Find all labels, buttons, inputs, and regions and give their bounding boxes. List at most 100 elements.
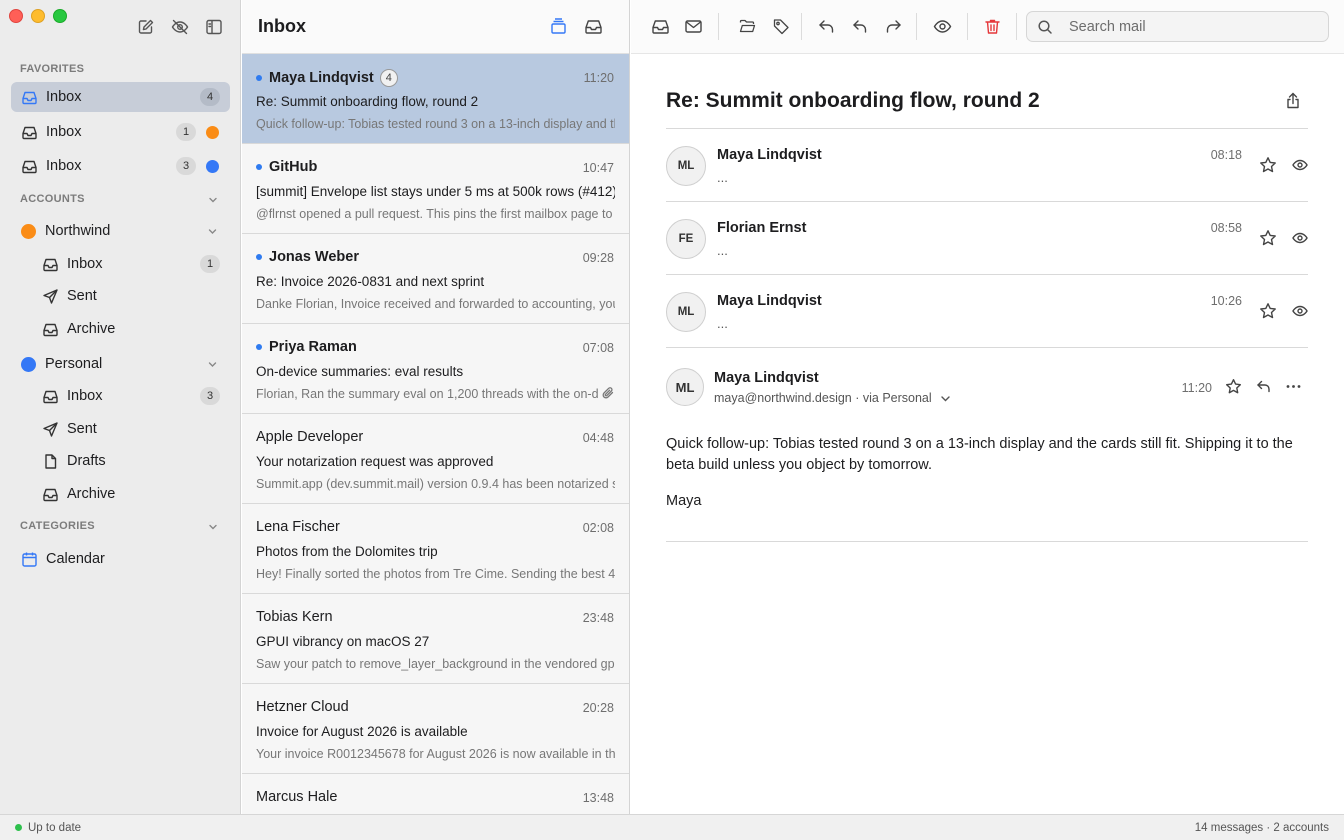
zoom-window-button[interactable] <box>53 9 67 23</box>
sidebar-item-personal-sent[interactable]: Sent <box>32 414 230 444</box>
message-subject: GPUI vibrancy on macOS 27 <box>256 634 430 649</box>
sidebar-item-northwind-inbox[interactable]: Inbox 1 <box>32 249 230 279</box>
account-color-dot <box>21 356 36 372</box>
message-row[interactable]: Apple Developer 04:48 Your notarization … <box>242 414 629 504</box>
sidebar-item-personal-drafts[interactable]: Drafts <box>32 446 230 476</box>
minimize-window-button[interactable] <box>31 9 45 23</box>
message-row[interactable]: Priya Raman 07:08 On-device summaries: e… <box>242 324 629 414</box>
toolbar-divider <box>801 13 802 40</box>
message-preview: @flrnst opened a pull request. This pins… <box>256 207 615 221</box>
eye-icon[interactable] <box>1292 230 1308 246</box>
collapsed-message[interactable]: ML Maya Lindqvist ... 10:26 <box>666 275 1308 348</box>
search-input[interactable] <box>1069 18 1309 35</box>
reply-icon[interactable] <box>1255 378 1272 395</box>
sidebar-item-favorite-inbox-personal[interactable]: Inbox 3 <box>11 151 230 181</box>
message-row[interactable]: Marcus Hale 13:48 <box>242 774 629 814</box>
sidebar-item-label: Sent <box>67 421 97 437</box>
account-color-dot <box>206 125 219 139</box>
sender-address[interactable]: maya@northwind.design · via Personal <box>714 391 951 405</box>
sidebar-item-northwind-archive[interactable]: Archive <box>32 314 230 344</box>
trash-icon[interactable] <box>983 17 1002 36</box>
message-subject: Photos from the Dolomites trip <box>256 544 438 559</box>
inbox-tray-icon[interactable] <box>584 17 603 36</box>
sidebar-item-favorite-inbox-northwind[interactable]: Inbox 1 <box>11 117 230 147</box>
chevron-down-icon[interactable] <box>207 359 218 370</box>
message-time: 04:48 <box>582 431 614 445</box>
message-toolbar <box>631 0 1344 54</box>
eye-icon[interactable] <box>1292 157 1308 173</box>
eye-icon[interactable] <box>1292 303 1308 319</box>
more-ellipsis-icon[interactable] <box>1285 378 1302 395</box>
paperclip-icon <box>601 386 615 400</box>
forward-icon[interactable] <box>884 17 903 36</box>
message-row[interactable]: GitHub 10:47 [summit] Envelope list stay… <box>242 144 629 234</box>
toggle-sidebar-icon[interactable] <box>205 18 223 36</box>
mailbox-title: Inbox <box>258 16 306 36</box>
sidebar-item-favorite-inbox[interactable]: Inbox 4 <box>11 82 230 112</box>
hide-read-eye-slash-icon[interactable] <box>171 18 189 36</box>
avatar: ML <box>666 292 706 332</box>
accounts-heading: ACCOUNTS <box>20 193 85 205</box>
message-preview: Danke Florian, Invoice received and forw… <box>256 297 615 311</box>
chevron-down-icon[interactable] <box>207 226 218 237</box>
message-time: 10:26 <box>1210 294 1242 308</box>
sender-name: Marcus Hale <box>256 789 338 805</box>
sidebar-item-label: Calendar <box>46 551 105 567</box>
sender-name: Jonas Weber <box>269 249 359 265</box>
sidebar-item-northwind-sent[interactable]: Sent <box>32 281 230 311</box>
unread-dot <box>256 254 262 260</box>
unread-count-badge: 1 <box>176 123 196 141</box>
inbox-icon <box>42 256 59 273</box>
toolbar-divider <box>967 13 968 40</box>
chevron-down-icon[interactable] <box>208 195 218 205</box>
favorites-heading: FAVORITES <box>20 63 85 75</box>
unread-dot <box>256 75 262 81</box>
mark-unread-envelope-icon[interactable] <box>684 17 703 36</box>
account-northwind[interactable]: Northwind <box>11 216 230 246</box>
search-field[interactable] <box>1026 11 1329 42</box>
tag-icon[interactable] <box>772 17 791 36</box>
avatar: FE <box>666 219 706 259</box>
reply-all-icon[interactable] <box>850 17 869 36</box>
message-row[interactable]: Tobias Kern 23:48 GPUI vibrancy on macOS… <box>242 594 629 684</box>
sender-name: Lena Fischer <box>256 519 340 535</box>
star-icon[interactable] <box>1259 302 1277 320</box>
archive-tray-icon[interactable] <box>651 17 670 36</box>
sidebar-item-label: Inbox <box>46 158 82 174</box>
message-preview: Florian, Ran the summary eval on 1,200 t… <box>256 387 599 401</box>
move-folder-icon[interactable] <box>738 17 757 36</box>
sidebar-item-label: Inbox <box>67 256 103 272</box>
message-row[interactable]: Maya Lindqvist 4 11:20 Re: Summit onboard… <box>242 54 629 144</box>
message-snippet: ... <box>717 243 728 258</box>
sidebar-item-calendar[interactable]: Calendar <box>11 544 230 574</box>
share-icon[interactable] <box>1284 91 1302 110</box>
collapsed-message[interactable]: ML Maya Lindqvist ... 08:18 <box>666 129 1308 202</box>
message-subject: Re: Summit onboarding flow, round 2 <box>256 94 479 109</box>
account-personal[interactable]: Personal <box>11 349 230 379</box>
chevron-down-icon[interactable] <box>208 522 218 532</box>
thread-title: Re: Summit onboarding flow, round 2 <box>666 89 1040 112</box>
compose-icon[interactable] <box>137 18 155 36</box>
reply-icon[interactable] <box>817 17 836 36</box>
close-window-button[interactable] <box>9 9 23 23</box>
star-icon[interactable] <box>1259 229 1277 247</box>
archive-icon <box>42 321 59 338</box>
star-icon[interactable] <box>1225 378 1242 395</box>
star-icon[interactable] <box>1259 156 1277 174</box>
message-row[interactable]: Lena Fischer 02:08 Photos from the Dolom… <box>242 504 629 594</box>
sidebar-item-personal-inbox[interactable]: Inbox 3 <box>32 381 230 411</box>
collapsed-message[interactable]: FE Florian Ernst ... 08:58 <box>666 202 1308 275</box>
message-snippet: ... <box>717 170 728 185</box>
threads-stack-icon[interactable] <box>549 17 568 36</box>
toolbar-divider <box>1016 13 1017 40</box>
message-snippet: ... <box>717 316 728 331</box>
message-row[interactable]: Jonas Weber 09:28 Re: Invoice 2026-0831 … <box>242 234 629 324</box>
unread-count-badge: 4 <box>200 88 220 106</box>
sidebar-item-label: Inbox <box>46 124 82 140</box>
eye-icon[interactable] <box>933 17 952 36</box>
categories-heading: CATEGORIES <box>20 520 95 532</box>
message-row[interactable]: Hetzner Cloud 20:28 Invoice for August 2… <box>242 684 629 774</box>
sidebar-item-personal-archive[interactable]: Archive <box>32 479 230 509</box>
sidebar-item-label: Inbox <box>67 388 103 404</box>
chevron-down-icon[interactable] <box>940 393 951 404</box>
